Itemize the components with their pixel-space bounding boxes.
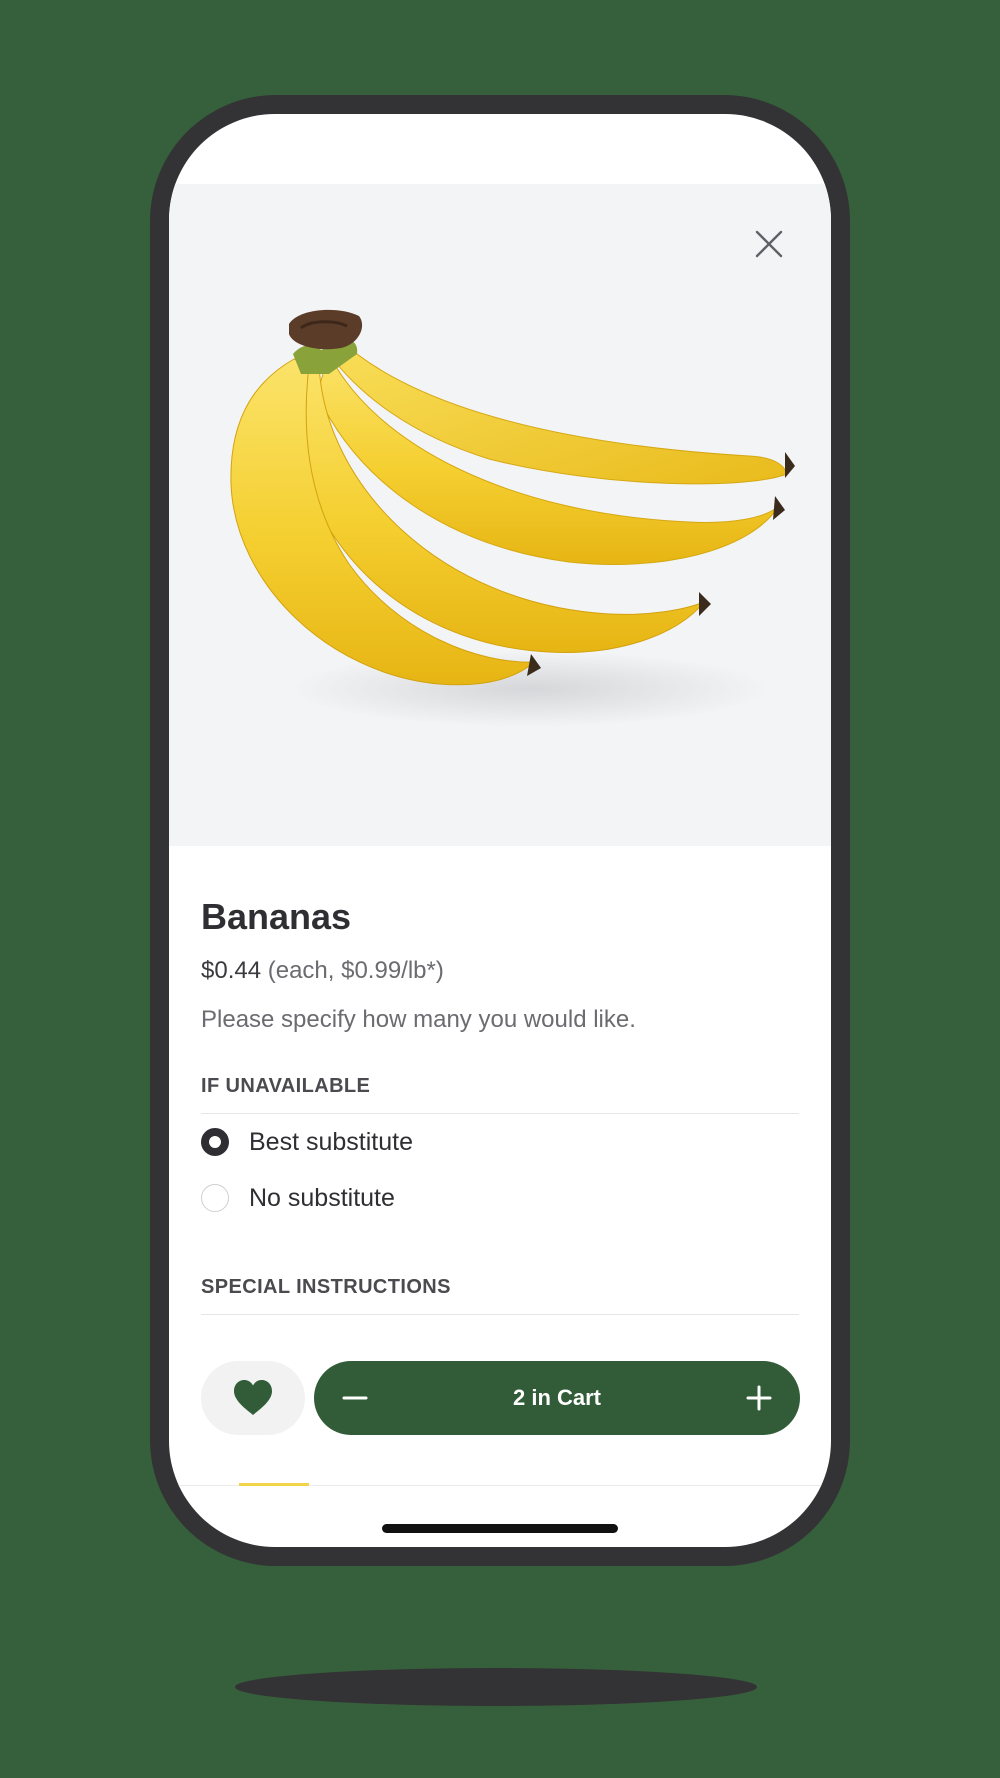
if-unavailable-heading: IF UNAVAILABLE (201, 1075, 371, 1097)
radio-label: Best substitute (249, 1127, 413, 1156)
product-image (189, 284, 829, 744)
radio-label: No substitute (249, 1183, 395, 1212)
radio-unselected-icon (201, 1184, 229, 1212)
plus-icon (746, 1385, 772, 1411)
close-icon (755, 230, 783, 258)
price: $0.44 (201, 957, 262, 984)
close-button[interactable] (751, 226, 787, 262)
special-instructions-heading[interactable]: SPECIAL INSTRUCTIONS (201, 1276, 451, 1299)
price-line: $0.44 (each, $0.99/lb*) (201, 957, 444, 985)
radio-best-substitute[interactable]: Best substitute (201, 1126, 413, 1158)
phone-shadow (235, 1668, 757, 1706)
phone-frame: Bananas $0.44 (each, $0.99/lb*) Please s… (150, 95, 850, 1566)
home-indicator (382, 1524, 618, 1533)
content-peek (239, 1483, 309, 1486)
heart-icon (234, 1380, 272, 1415)
unit-price: (each, $0.99/lb*) (267, 957, 444, 984)
product-description: Please specify how many you would like. (201, 1006, 636, 1033)
cart-quantity-control: 2 in Cart (314, 1361, 800, 1435)
product-sheet: Bananas $0.44 (each, $0.99/lb*) Please s… (169, 114, 831, 1547)
favorite-button[interactable] (201, 1361, 305, 1435)
product-title: Bananas (201, 896, 352, 937)
minus-icon (342, 1396, 368, 1400)
decrement-button[interactable] (318, 1361, 392, 1435)
divider (201, 1113, 799, 1114)
cart-count-label: 2 in Cart (512, 1385, 602, 1410)
product-image-area (169, 184, 831, 846)
radio-no-substitute[interactable]: No substitute (201, 1182, 395, 1214)
increment-button[interactable] (722, 1361, 796, 1435)
radio-selected-icon (201, 1128, 229, 1156)
divider (201, 1314, 799, 1315)
